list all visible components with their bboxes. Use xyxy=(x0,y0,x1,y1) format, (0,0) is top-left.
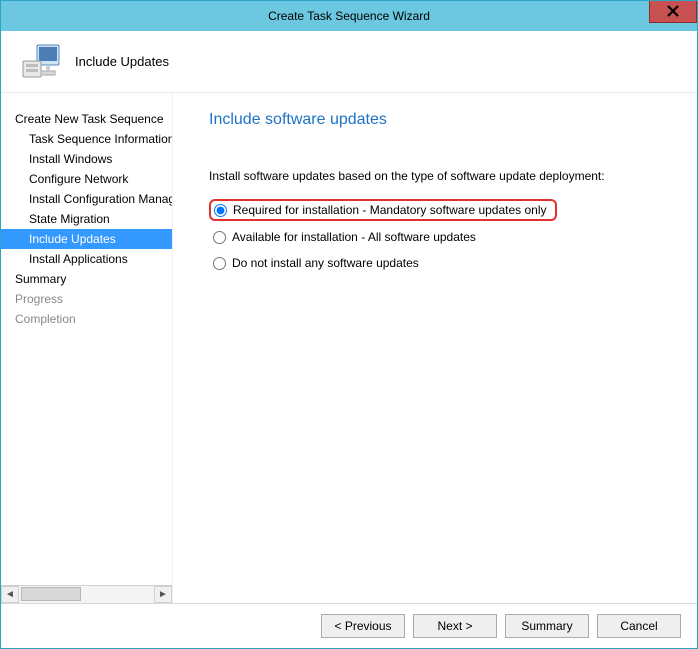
main-heading: Include software updates xyxy=(209,111,677,129)
radio-option[interactable]: Available for installation - All softwar… xyxy=(209,227,677,247)
radio-input[interactable] xyxy=(213,257,226,270)
scroll-left-icon[interactable]: ◄ xyxy=(1,586,19,603)
radio-option[interactable]: Required for installation - Mandatory so… xyxy=(209,199,557,221)
close-button[interactable] xyxy=(649,1,697,23)
nav-list: Create New Task SequenceTask Sequence In… xyxy=(1,93,172,585)
nav-item[interactable]: Include Updates xyxy=(1,229,172,249)
radio-input[interactable] xyxy=(214,204,227,217)
wizard-window: Create Task Sequence Wizard Include Upda… xyxy=(0,0,698,649)
radio-label: Required for installation - Mandatory so… xyxy=(233,203,547,217)
titlebar: Create Task Sequence Wizard xyxy=(1,1,697,31)
header-strip: Include Updates xyxy=(1,31,697,93)
radio-label: Do not install any software updates xyxy=(232,256,419,270)
radio-input[interactable] xyxy=(213,231,226,244)
footer: < Previous Next > Summary Cancel xyxy=(1,603,697,648)
nav-item[interactable]: Configure Network xyxy=(1,169,172,189)
radio-label: Available for installation - All softwar… xyxy=(232,230,476,244)
nav-item[interactable]: Install Applications xyxy=(1,249,172,269)
scroll-right-icon[interactable]: ► xyxy=(154,586,172,603)
radio-option[interactable]: Do not install any software updates xyxy=(209,253,677,273)
cancel-button[interactable]: Cancel xyxy=(597,614,681,638)
wizard-body: Create New Task SequenceTask Sequence In… xyxy=(1,93,697,603)
nav-item[interactable]: Install Windows xyxy=(1,149,172,169)
main-panel: Include software updates Install softwar… xyxy=(173,93,697,603)
scroll-track[interactable] xyxy=(19,586,154,603)
next-button[interactable]: Next > xyxy=(413,614,497,638)
window-title: Create Task Sequence Wizard xyxy=(1,9,697,23)
nav-item: Completion xyxy=(1,309,172,329)
previous-button[interactable]: < Previous xyxy=(321,614,405,638)
nav-item[interactable]: State Migration xyxy=(1,209,172,229)
nav-item: Progress xyxy=(1,289,172,309)
nav-item[interactable]: Task Sequence Information xyxy=(1,129,172,149)
nav-item[interactable]: Create New Task Sequence xyxy=(1,109,172,129)
computer-icon xyxy=(21,41,63,83)
close-icon xyxy=(667,4,679,20)
update-options-group: Required for installation - Mandatory so… xyxy=(209,199,677,279)
main-instruction: Install software updates based on the ty… xyxy=(209,169,677,183)
sidebar-scrollbar[interactable]: ◄ ► xyxy=(1,585,172,603)
summary-button[interactable]: Summary xyxy=(505,614,589,638)
sidebar: Create New Task SequenceTask Sequence In… xyxy=(1,93,173,603)
header-label: Include Updates xyxy=(75,54,169,69)
nav-item[interactable]: Summary xyxy=(1,269,172,289)
nav-item[interactable]: Install Configuration Manager xyxy=(1,189,172,209)
scroll-thumb[interactable] xyxy=(21,587,81,601)
